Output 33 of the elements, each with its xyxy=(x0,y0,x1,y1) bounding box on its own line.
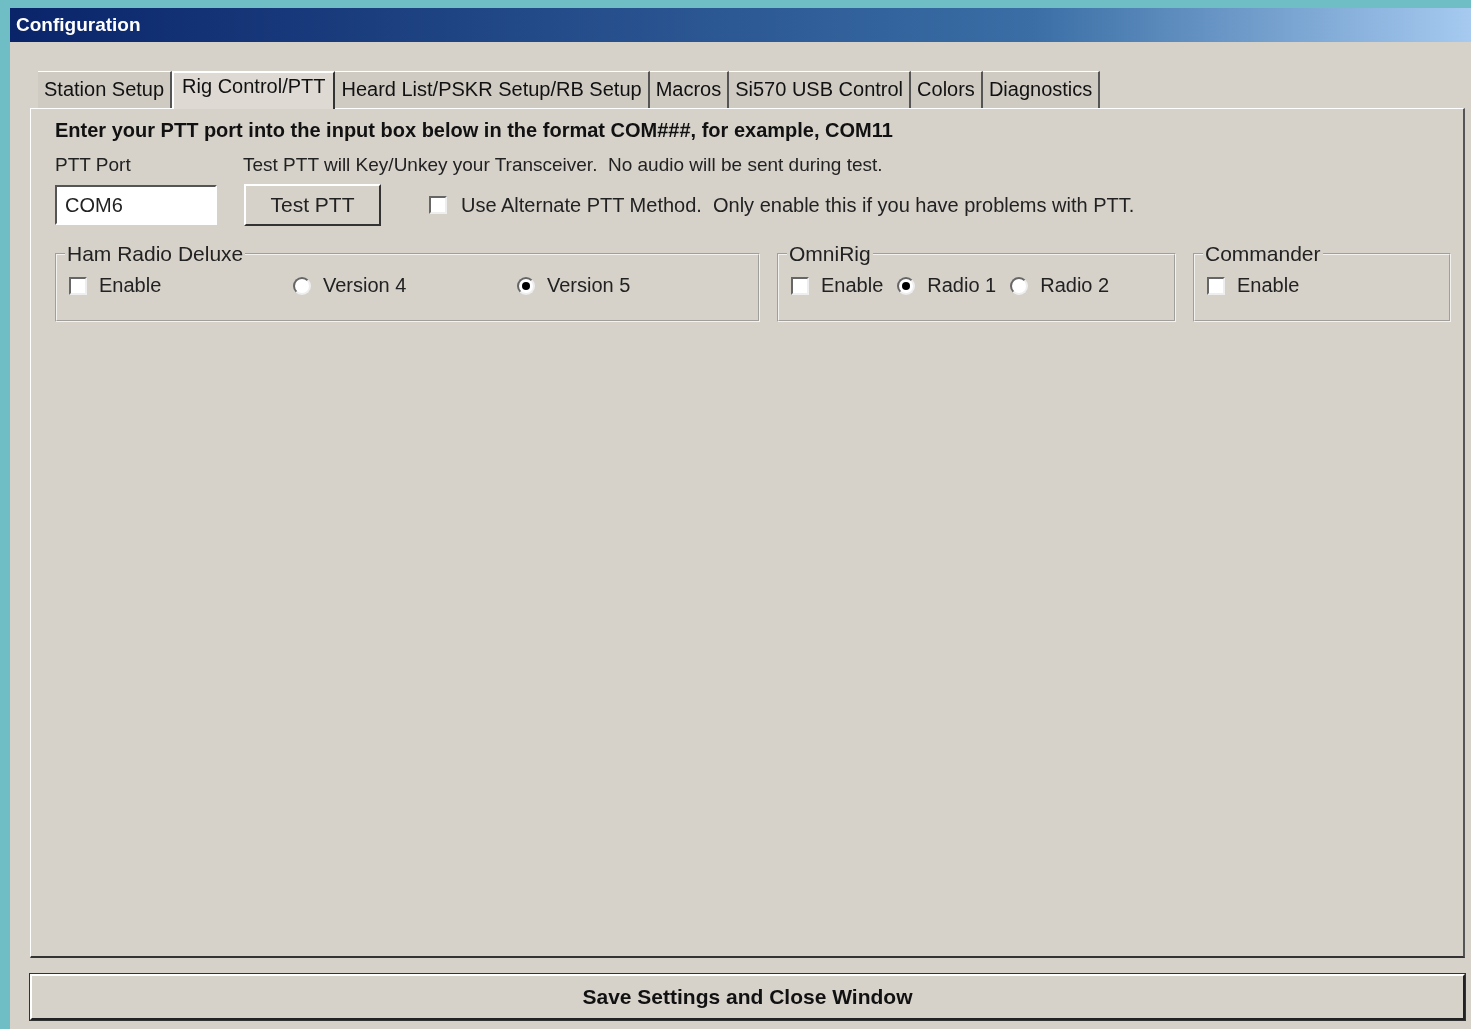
tab[interactable]: Diagnostics xyxy=(982,71,1101,108)
radio-button[interactable] xyxy=(1010,276,1029,295)
radio-button[interactable] xyxy=(897,276,916,295)
instruction-text: Enter your PTT port into the input box below in the format COM###, for example, COM11 xyxy=(55,119,894,142)
radio-button[interactable] xyxy=(293,276,311,295)
group-title: Ham Radio Deluxe xyxy=(66,242,245,266)
radio-label: Radio 1 xyxy=(927,274,997,297)
checkbox-label: Enable xyxy=(1237,274,1300,297)
window-title: Configuration xyxy=(10,8,1471,42)
tab[interactable]: Rig Control/PTT xyxy=(172,71,336,109)
alternate-ptt-label: Use Alternate PTT Method. Only enable this if you have problems with PTT. xyxy=(461,193,1135,217)
tab[interactable]: Macros xyxy=(649,71,730,108)
group-title: Commander xyxy=(1204,242,1322,266)
checkbox-label: Enable xyxy=(99,274,162,297)
checkbox-label: Enable xyxy=(821,274,884,297)
checkbox[interactable] xyxy=(69,276,87,295)
radio-button[interactable] xyxy=(517,276,535,295)
tab[interactable]: Colors xyxy=(911,71,983,108)
radio-label: Radio 2 xyxy=(1040,274,1110,297)
tab[interactable]: Heard List/PSKR Setup/RB Setup xyxy=(335,71,650,108)
ptt-port-field[interactable]: COM6 xyxy=(55,185,217,225)
save-button[interactable]: Save Settings and Close Window xyxy=(30,974,1465,1020)
radio-label: Version 5 xyxy=(547,274,631,297)
checkbox[interactable] xyxy=(429,196,447,214)
ptt-port-label: PTT Port xyxy=(55,154,132,176)
tab[interactable]: Station Setup xyxy=(38,71,173,108)
checkbox[interactable] xyxy=(791,276,809,295)
test-ptt-button[interactable]: Test PTT xyxy=(244,184,381,226)
test-note: Test PTT will Key/Unkey your Transceiver. No audio will be sent during test. xyxy=(243,154,883,176)
tab[interactable]: Si570 USB Control xyxy=(729,71,912,108)
group-title: OmniRig xyxy=(788,242,872,266)
checkbox[interactable] xyxy=(1207,276,1225,295)
radio-label: Version 4 xyxy=(323,274,407,297)
